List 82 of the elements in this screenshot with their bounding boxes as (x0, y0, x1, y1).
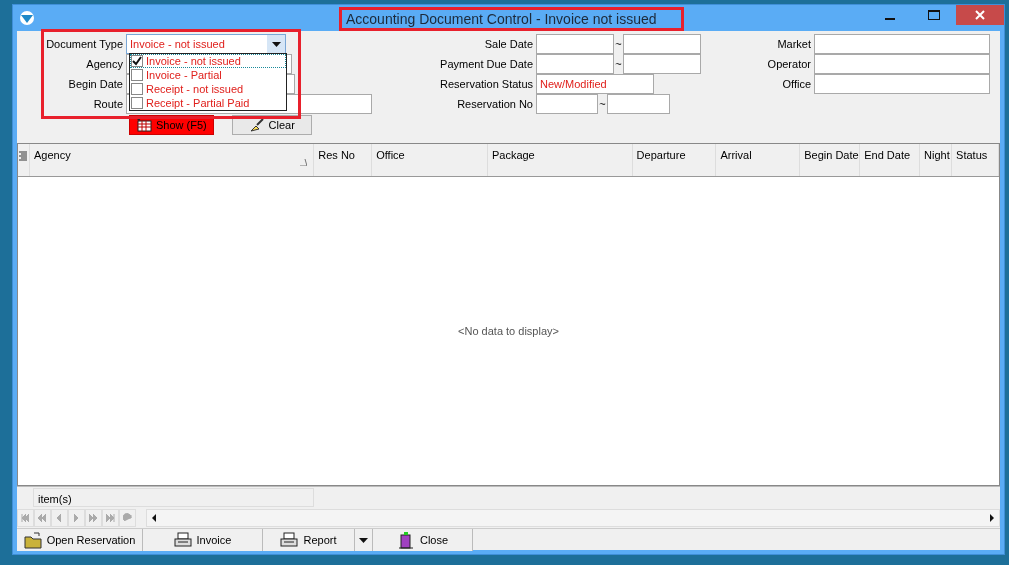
refresh-button[interactable] (119, 509, 136, 527)
last-page-button[interactable] (102, 509, 119, 527)
column-header[interactable]: Arrival (716, 144, 801, 176)
column-header[interactable]: Status (952, 144, 999, 176)
input-field[interactable] (536, 94, 598, 114)
input-field[interactable] (623, 34, 701, 54)
field-label: Begin Date (67, 76, 124, 92)
column-header[interactable]: Begin Date (800, 144, 861, 176)
column-header[interactable]: Night (920, 144, 953, 176)
input-field[interactable] (607, 94, 670, 114)
input-field[interactable] (814, 54, 990, 74)
next-icon (72, 513, 81, 523)
column-header[interactable]: Agency (30, 144, 315, 176)
next-page-icon (89, 513, 98, 523)
printer-icon (280, 531, 299, 549)
input-field[interactable] (814, 34, 990, 54)
field-label: Route (92, 96, 124, 112)
toolbar-button[interactable]: Open Reservation (17, 529, 143, 551)
column-header[interactable]: End Date (860, 144, 921, 176)
toolbar-button[interactable]: Report (263, 529, 355, 551)
clear-button[interactable]: Clear (231, 115, 312, 135)
dropdown-option[interactable]: Receipt - Partial Paid (130, 96, 286, 110)
checkbox[interactable] (131, 83, 143, 95)
field-label: Reservation No (456, 96, 534, 112)
column-chooser-icon[interactable] (19, 151, 27, 162)
first-page-button[interactable] (17, 509, 34, 527)
show-button[interactable]: Show (F5) (129, 115, 214, 135)
range-separator: ~ (598, 96, 607, 112)
dropdown-option[interactable]: Receipt - not issued (130, 82, 286, 96)
app-logo-icon (18, 10, 36, 26)
field-label: Reservation Status (439, 76, 534, 92)
column-header[interactable]: Office (372, 144, 488, 176)
menu-arrow-button[interactable] (355, 529, 373, 551)
horizontal-scrollbar[interactable] (146, 509, 1000, 527)
first-page-icon (21, 513, 30, 523)
input-field[interactable] (536, 54, 614, 74)
minimize-icon (885, 18, 895, 20)
caret-icon (359, 537, 368, 543)
previous-icon (55, 513, 64, 523)
door-icon (396, 531, 415, 549)
input-field[interactable]: New/Modified (536, 74, 654, 94)
document-type-dropdown[interactable]: Invoice - not issued (126, 34, 286, 54)
checkbox[interactable] (131, 69, 143, 81)
previous-page-icon (38, 513, 47, 523)
brush-icon (248, 118, 265, 132)
close-window-button[interactable] (956, 5, 1004, 25)
dropdown-arrow-button[interactable] (267, 35, 285, 53)
item-count: item(s) (33, 488, 314, 507)
field-label: Market (776, 36, 812, 52)
dropdown-option[interactable]: Invoice - not issued (130, 54, 286, 68)
previous-page-button[interactable] (34, 509, 51, 527)
toolbar-button[interactable]: Close (373, 529, 473, 551)
calendar-icon (136, 118, 152, 132)
dropdown-option[interactable]: Invoice - Partial (130, 68, 286, 82)
folder-icon (23, 531, 42, 549)
field-label: Agency (85, 56, 124, 72)
field-label: Payment Due Date (439, 56, 534, 72)
column-header[interactable]: Package (487, 144, 633, 176)
empty-message: <No data to display> (458, 323, 559, 339)
field-label: Operator (766, 56, 812, 72)
last-page-icon (106, 513, 115, 523)
maximize-icon (928, 10, 940, 20)
previous-button[interactable] (51, 509, 68, 527)
field-label: Office (781, 76, 812, 92)
window-title: Accounting Document Control - Invoice not issued (339, 7, 684, 31)
input-field[interactable] (814, 74, 990, 94)
input-field[interactable] (536, 34, 614, 54)
range-separator: ~ (614, 56, 623, 72)
column-header[interactable]: Departure (632, 144, 717, 176)
input-field[interactable] (623, 54, 701, 74)
column-header[interactable]: Res No (314, 144, 373, 176)
next-button[interactable] (68, 509, 85, 527)
caret-icon (271, 41, 281, 47)
range-separator: ~ (614, 36, 623, 52)
printer-icon (173, 531, 192, 549)
close-icon (975, 10, 985, 20)
field-label: Document Type (45, 36, 124, 52)
field-label: Sale Date (483, 36, 534, 52)
next-page-button[interactable] (85, 509, 102, 527)
toolbar-button[interactable]: Invoice (143, 529, 263, 551)
checkbox[interactable] (131, 97, 143, 109)
checkbox[interactable] (131, 55, 143, 67)
